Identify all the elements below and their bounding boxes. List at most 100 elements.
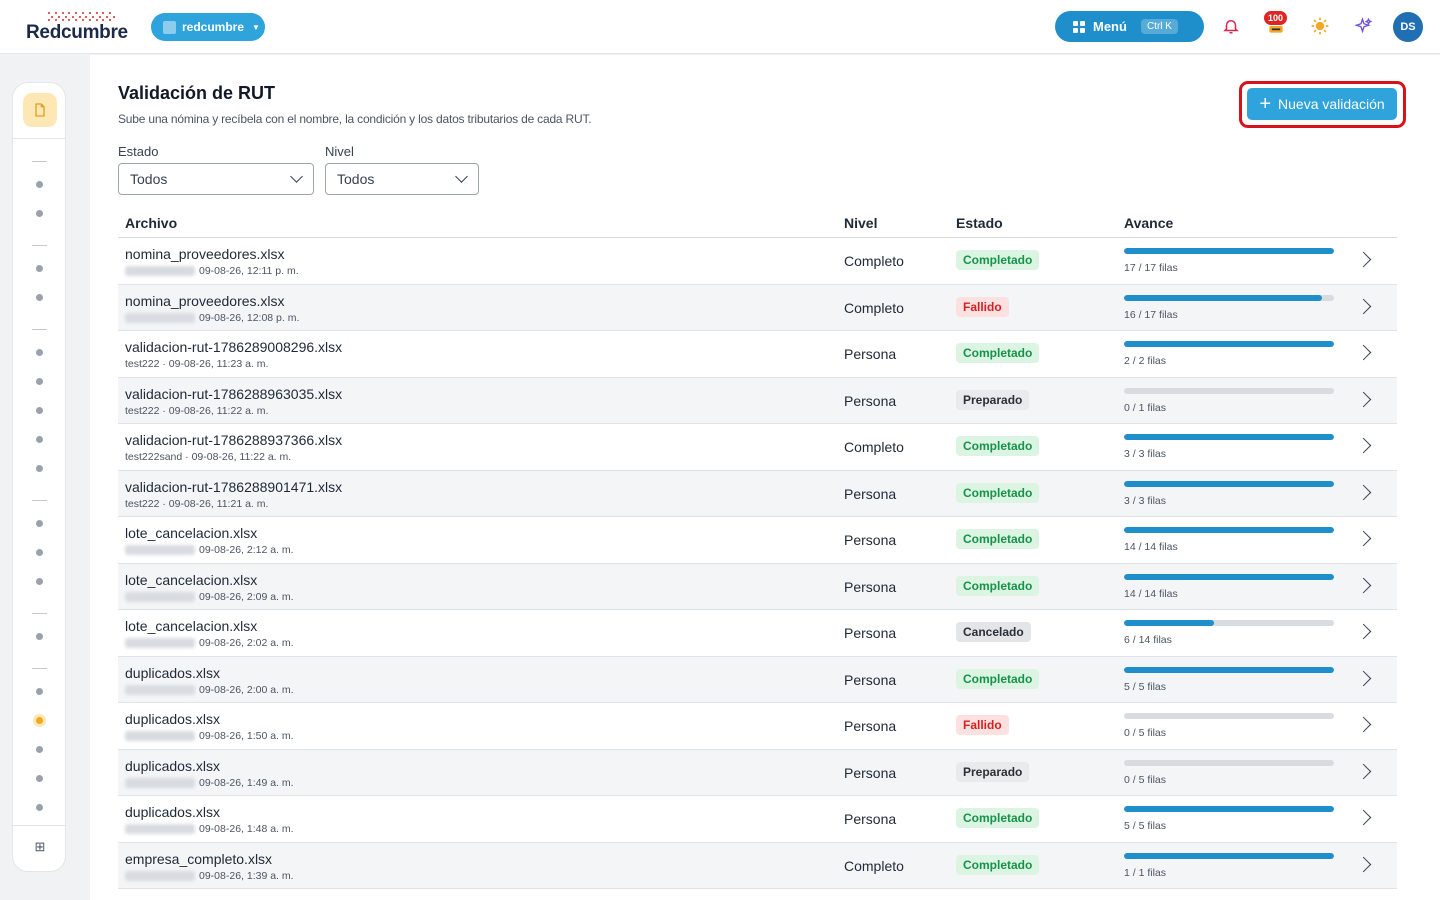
bell-icon[interactable]	[1219, 14, 1243, 38]
estado-filter-select[interactable]: Todos	[118, 163, 314, 195]
chevron-right-icon[interactable]	[1355, 716, 1372, 733]
sidebar-item[interactable]	[36, 181, 43, 188]
file-meta: 09-08-26, 1:49 a. m.	[125, 777, 294, 789]
redacted-owner	[125, 824, 195, 834]
nivel-filter-value: Todos	[337, 171, 375, 187]
chevron-right-icon[interactable]	[1355, 623, 1372, 640]
file-meta: 09-08-26, 1:50 a. m.	[125, 730, 294, 742]
progress-fill	[1124, 620, 1214, 626]
chevron-right-icon[interactable]	[1355, 298, 1372, 314]
table-row[interactable]: lote_cancelacion.xlsx 09-08-26, 2:02 a. m…	[118, 610, 1397, 657]
sidebar-item[interactable]	[36, 520, 43, 527]
file-meta: 09-08-26, 12:11 p. m.	[125, 265, 299, 277]
chevron-right-icon[interactable]	[1355, 856, 1372, 872]
chevron-down-icon	[455, 170, 468, 183]
chevron-right-icon[interactable]	[1355, 484, 1372, 500]
sidebar-section-divider	[32, 613, 47, 614]
file-meta: test222sand · 09-08-26, 11:22 a. m.	[125, 451, 291, 463]
table-row[interactable]: duplicados.xlsx 09-08-26, 1:49 a. m. Perso…	[118, 749, 1397, 796]
table-row[interactable]: duplicados.xlsx 09-08-26, 2:00 a. m. Perso…	[118, 656, 1397, 703]
sidebar-item-active[interactable]	[36, 717, 43, 724]
sidebar-item[interactable]	[36, 465, 43, 472]
progress-text: 0 / 1 filas	[1124, 401, 1167, 414]
user-avatar[interactable]: DS	[1393, 12, 1423, 42]
sidebar-item[interactable]	[36, 378, 43, 385]
tenant-selector[interactable]: redcumbre ▼	[151, 13, 265, 41]
sidebar-item[interactable]	[36, 746, 43, 753]
menu-button[interactable]: Menú Ctrl K	[1055, 11, 1204, 42]
sparkle-icon[interactable]	[1352, 14, 1376, 38]
column-header-avance[interactable]: Avance	[1124, 215, 1173, 231]
level-cell: Persona	[844, 811, 897, 827]
chevron-right-icon[interactable]	[1355, 251, 1372, 268]
sidebar-item[interactable]	[36, 578, 43, 585]
grid-icon[interactable]: ⊞	[32, 839, 48, 855]
sidebar-item[interactable]	[36, 688, 43, 695]
chevron-right-icon[interactable]	[1355, 670, 1372, 686]
progress-text: 17 / 17 filas	[1124, 262, 1178, 274]
progress-fill	[1124, 294, 1322, 301]
nivel-filter-select[interactable]: Todos	[325, 163, 479, 195]
level-cell: Persona	[844, 671, 897, 688]
sidebar-section-divider	[32, 245, 47, 246]
sidebar-item[interactable]	[36, 436, 43, 443]
table-row[interactable]: validacion-rut-1786288963035.xlsx test222…	[118, 377, 1397, 424]
status-badge: Fallido	[956, 715, 1009, 735]
achievements-icon[interactable]: 100	[1264, 11, 1288, 38]
document-icon	[35, 103, 45, 117]
chevron-right-icon[interactable]	[1355, 391, 1372, 407]
chevron-right-icon[interactable]	[1355, 809, 1372, 826]
sidebar-item[interactable]	[36, 775, 43, 782]
column-header-archivo[interactable]: Archivo	[125, 215, 177, 231]
sun-icon[interactable]	[1308, 14, 1332, 38]
tenant-name: redcumbre	[182, 20, 245, 34]
table-row[interactable]: duplicados.xlsx 09-08-26, 1:48 a. m. Perso…	[118, 796, 1397, 843]
new-validation-button[interactable]: + Nueva validación	[1247, 88, 1397, 120]
estado-filter-value: Todos	[130, 171, 168, 187]
sidebar-item[interactable]	[36, 549, 43, 556]
table-row[interactable]: lote_cancelacion.xlsx 09-08-26, 2:09 a. m…	[118, 563, 1397, 610]
progress-bar	[1124, 434, 1334, 440]
status-badge: Preparado	[956, 389, 1030, 410]
file-meta: 09-08-26, 2:00 a. m.	[125, 684, 294, 696]
progress-fill	[1124, 434, 1334, 440]
sidebar-item[interactable]	[36, 294, 43, 301]
table-row[interactable]: validacion-rut-1786288901471.xlsx test222…	[118, 470, 1397, 517]
sidebar-item[interactable]	[36, 349, 43, 356]
redacted-owner	[125, 638, 195, 648]
upload-date: 09-08-26, 1:50 a. m.	[199, 730, 294, 742]
redacted-owner	[125, 777, 195, 788]
page-subtitle: Sube una nómina y recíbela con el nombre…	[118, 112, 592, 126]
status-badge: Preparado	[956, 761, 1030, 782]
sidebar-item[interactable]	[36, 633, 43, 640]
level-cell: Persona	[844, 532, 897, 548]
sidebar-item[interactable]	[36, 210, 43, 217]
meta-separator: ·	[159, 497, 169, 510]
sidebar-item[interactable]	[36, 407, 43, 414]
table-row[interactable]: validacion-rut-1786288937366.xlsx test222…	[118, 424, 1397, 471]
column-header-nivel[interactable]: Nivel	[844, 215, 877, 231]
chevron-right-icon[interactable]	[1355, 437, 1372, 454]
file-meta: 09-08-26, 1:48 a. m.	[125, 823, 294, 835]
table-row[interactable]: duplicados.xlsx 09-08-26, 1:50 a. m. Perso…	[118, 703, 1397, 750]
sidebar-item[interactable]	[36, 804, 43, 811]
progress-fill	[1124, 248, 1334, 254]
redcumbre-logo[interactable]: Redcumbre	[26, 12, 138, 44]
sidebar-item-documents[interactable]	[23, 93, 57, 127]
table-row[interactable]: nomina_proveedores.xlsx 09-08-26, 12:11 p…	[118, 238, 1397, 285]
table-row[interactable]: validacion-rut-1786289008296.xlsx test222…	[118, 331, 1397, 378]
progress-fill	[1124, 341, 1334, 347]
file-meta: 09-08-26, 2:02 a. m.	[125, 637, 294, 649]
table-row[interactable]: nomina_proveedores.xlsx 09-08-26, 12:08 p…	[118, 284, 1397, 331]
column-header-estado[interactable]: Estado	[956, 215, 1003, 231]
table-row[interactable]: empresa_completo.xlsx 09-08-26, 1:39 a. m…	[118, 842, 1397, 889]
sidebar-divider	[13, 825, 65, 826]
progress-text: 0 / 5 filas	[1124, 727, 1167, 739]
chevron-right-icon[interactable]	[1355, 577, 1372, 593]
chevron-right-icon[interactable]	[1355, 530, 1372, 547]
chevron-right-icon[interactable]	[1355, 763, 1372, 779]
meta-separator: ·	[159, 358, 169, 370]
sidebar-item[interactable]	[36, 265, 43, 272]
table-row[interactable]: lote_cancelacion.xlsx 09-08-26, 2:12 a. m…	[118, 517, 1397, 564]
chevron-right-icon[interactable]	[1355, 344, 1372, 361]
